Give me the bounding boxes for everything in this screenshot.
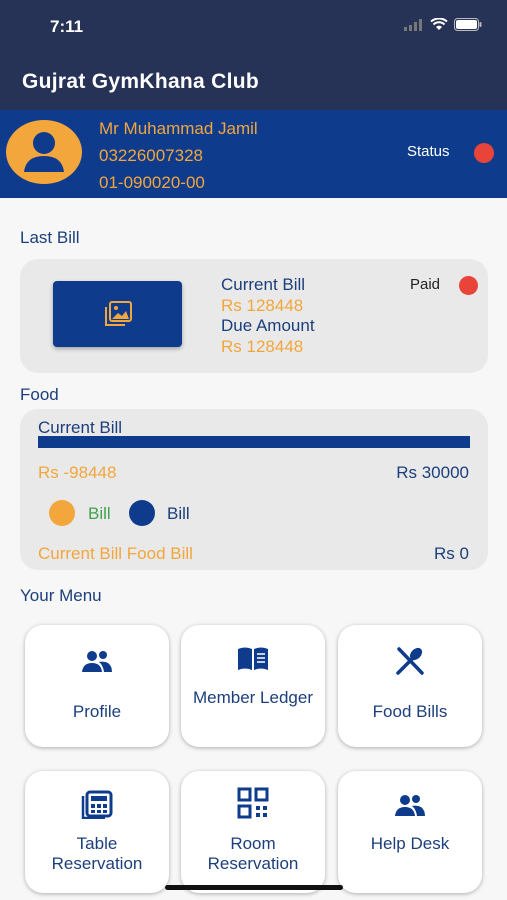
status-label: Status (407, 143, 450, 160)
book-icon (238, 647, 268, 670)
avatar[interactable] (6, 120, 82, 184)
food-bill-progress-bar (38, 436, 470, 448)
member-profile-band[interactable]: Mr Muhammad Jamil 03226007328 01-090020-… (0, 110, 507, 198)
due-amount-label: Due Amount (221, 316, 315, 335)
last-bill-title: Last Bill (20, 228, 80, 247)
user-icon (24, 132, 64, 172)
app-header: Gujrat GymKhana Club (0, 50, 507, 110)
menu-tile-member-ledger[interactable]: Member Ledger (181, 625, 325, 747)
member-details: Mr Muhammad Jamil 03226007328 01-090020-… (99, 115, 258, 196)
menu-tile-label: Member Ledger (192, 688, 313, 707)
signal-icon (404, 18, 422, 31)
menu-tile-label: Food Bills (372, 702, 448, 721)
food-footer-amount: Rs 0 (434, 544, 469, 563)
paid-status-indicator (459, 276, 478, 295)
menu-tile-label: Table Reservation (51, 834, 143, 873)
due-amount-value: Rs 128448 (221, 336, 304, 356)
current-bill-amount: Rs 128448 (221, 295, 304, 315)
wifi-icon (430, 18, 448, 30)
menu-tile-food-bills[interactable]: Food Bills (338, 625, 482, 747)
image-gallery-icon (105, 301, 132, 326)
food-footer-label: Current Bill Food Bill (38, 544, 193, 563)
food-current-bill-label: Current Bill (38, 418, 123, 437)
app-title: Gujrat GymKhana Club (22, 70, 260, 93)
battery-icon (454, 18, 482, 31)
menu-tile-label: Help Desk (370, 834, 450, 853)
legend-label-2: Bill (167, 504, 190, 523)
status-bar: 7:11 (0, 0, 507, 50)
legend-dot-blue (129, 500, 155, 526)
menu-tile-help-desk[interactable]: Help Desk (338, 771, 482, 893)
your-menu-title: Your Menu (20, 586, 102, 605)
people-icon (82, 651, 112, 672)
menu-tile-label: Room Reservation (207, 834, 299, 873)
food-right-amount: Rs 30000 (396, 463, 469, 482)
status-indicator (474, 143, 494, 163)
grid-icon (237, 787, 269, 819)
member-phone: 03226007328 (99, 146, 204, 165)
status-time: 7:11 (50, 17, 84, 36)
legend-dot-orange (49, 500, 75, 526)
home-indicator[interactable] (165, 885, 343, 890)
paid-label: Paid (410, 276, 441, 293)
current-bill-label: Current Bill (221, 275, 306, 294)
member-name: Mr Muhammad Jamil (99, 119, 258, 138)
utensils-icon (396, 647, 424, 675)
menu-tile-table-reservation[interactable]: Table Reservation (25, 771, 169, 893)
legend-label-1: Bill (88, 504, 111, 523)
last-bill-details: Current Bill Rs 128448 Due Amount Rs 128… (221, 275, 315, 357)
status-icons (404, 18, 482, 31)
food-left-amount: Rs -98448 (38, 463, 117, 482)
menu-tile-profile[interactable]: Profile (25, 625, 169, 747)
menu-tile-label: Profile (72, 702, 122, 721)
calculator-icon (81, 790, 113, 819)
member-id: 01-090020-00 (99, 173, 205, 192)
food-title: Food (20, 385, 59, 404)
bill-image-placeholder[interactable] (53, 281, 182, 347)
menu-tile-room-reservation[interactable]: Room Reservation (181, 771, 325, 893)
people-icon (395, 795, 425, 816)
